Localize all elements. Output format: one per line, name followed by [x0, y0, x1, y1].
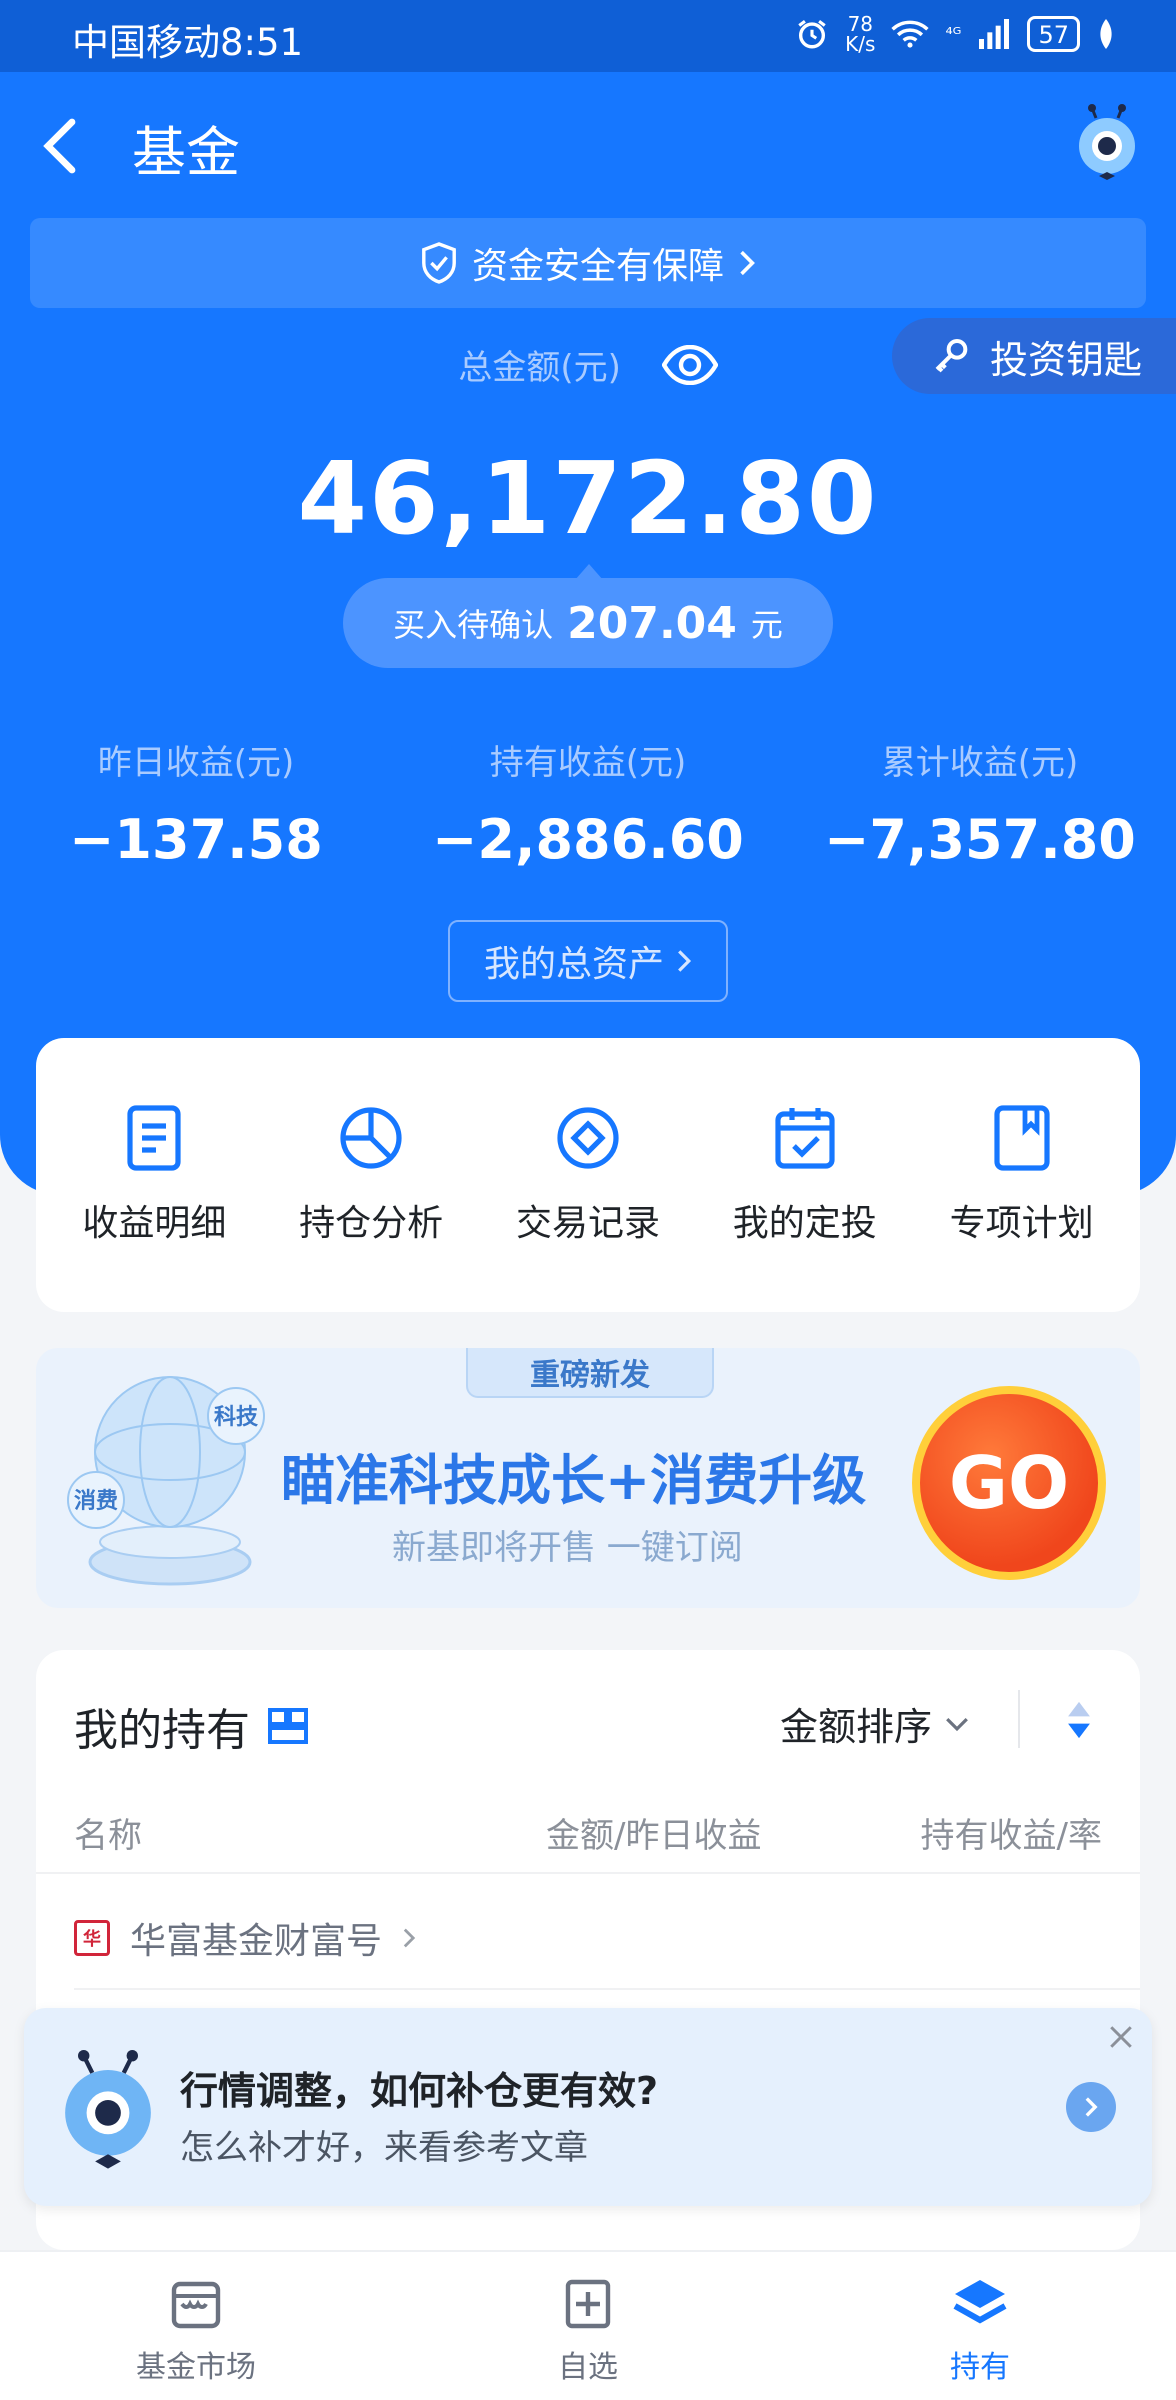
mascot-avatar[interactable] [1072, 104, 1142, 184]
tab-watchlist[interactable]: 自选 [468, 2276, 708, 2386]
eye-icon[interactable] [661, 344, 718, 385]
safety-banner-text: 资金安全有保障 [471, 246, 724, 287]
divider [1018, 1690, 1020, 1748]
pending-confirm-pill[interactable]: 买入待确认 207.04 元 [343, 578, 833, 668]
chevron-right-icon [403, 1928, 416, 1948]
diamond-icon [557, 1107, 619, 1169]
menu-special-plan[interactable]: 专项计划 [922, 1104, 1122, 1246]
pie-chart-icon [340, 1107, 402, 1169]
pending-value: 207.04 [567, 597, 737, 649]
chevron-right-icon [678, 950, 692, 972]
menu-transactions[interactable]: 交易记录 [488, 1104, 688, 1246]
bottom-tab-bar: 基金市场 自选 持有 [0, 2250, 1176, 2400]
chevron-right-icon [740, 250, 755, 276]
pending-unit: 元 [750, 606, 783, 644]
page-title: 基金 [132, 121, 240, 184]
carrier-time: 中国移动8:51 [72, 21, 304, 64]
stat-holding: 持有收益(元) −2,886.60 [432, 743, 744, 871]
column-amount: 金额/昨日收益 [546, 1816, 762, 1856]
layers-icon [953, 2280, 1007, 2324]
bubble-consume: 消费 [74, 1489, 118, 1514]
add-square-icon [565, 2279, 611, 2329]
divider [36, 1872, 1140, 1874]
leaf-icon [1100, 19, 1112, 49]
alarm-icon [798, 20, 826, 49]
status-bar: 中国移动8:51 78 K/s ⁴ᴳ 57 [0, 0, 1176, 72]
divider [74, 1988, 1140, 1990]
chevron-left-icon [43, 118, 76, 174]
tip-popup[interactable]: 行情调整，如何补仓更有效? 怎么补才好，来看参考文章 [24, 2008, 1152, 2206]
fund-logo-icon: 华 [74, 1920, 110, 1956]
tab-holdings[interactable]: 持有 [860, 2276, 1100, 2386]
column-holding-return: 持有收益/率 [920, 1816, 1102, 1856]
total-assets-button[interactable]: 我的总资产 [448, 920, 728, 1002]
document-icon [127, 1105, 181, 1171]
stat-yesterday: 昨日收益(元) −137.58 [69, 743, 323, 871]
menu-income-detail[interactable]: 收益明细 [54, 1104, 254, 1246]
battery-indicator: 57 [1027, 16, 1080, 52]
menu-auto-invest[interactable]: 我的定投 [705, 1104, 905, 1246]
promo-tag: 重磅新发 [466, 1348, 714, 1398]
pending-label: 买入待确认 [393, 606, 554, 644]
sort-dropdown[interactable]: 金额排序 [780, 1696, 970, 1751]
tab-fund-market[interactable]: 基金市场 [76, 2276, 316, 2386]
total-amount-label: 总金额(元) [0, 340, 1176, 389]
column-name: 名称 [74, 1816, 142, 1856]
signal-type: ⁴ᴳ [945, 23, 962, 45]
tip-open-button[interactable] [1066, 2082, 1116, 2132]
store-icon [171, 2281, 221, 2329]
signal-icon [979, 19, 1010, 49]
chevron-down-icon [946, 1717, 968, 1731]
promo-banner[interactable]: 重磅新发 科技 消费 瞄准科技成长+消费升级 新基即将开售 一键订阅 GO [36, 1348, 1140, 1608]
quick-menu: 收益明细 持仓分析 交易记录 我的定投 专项计划 [36, 1038, 1140, 1312]
safety-banner[interactable]: 资金安全有保障 [30, 218, 1146, 308]
close-icon[interactable] [1108, 2024, 1134, 2050]
stat-cumulative: 累计收益(元) −7,357.80 [824, 743, 1136, 871]
menu-position-analysis[interactable]: 持仓分析 [271, 1104, 471, 1246]
shield-check-icon [422, 242, 456, 284]
mascot-icon [65, 2050, 151, 2169]
status-icons: 78 K/s ⁴ᴳ 57 [795, 14, 1116, 54]
calendar-check-icon [775, 1108, 835, 1169]
sort-order-icon[interactable] [1066, 1700, 1092, 1740]
holdings-title: 我的持有 [74, 1694, 308, 1758]
net-speed: 78 K/s [845, 12, 876, 56]
grid-icon[interactable] [268, 1708, 308, 1744]
back-button[interactable] [40, 108, 100, 184]
bubble-tech: 科技 [214, 1405, 259, 1430]
tip-title: 行情调整，如何补仓更有效? [180, 2069, 659, 2113]
promo-subtitle: 新基即将开售 一键订阅 [392, 1528, 743, 1568]
mascot-icon [1079, 104, 1135, 180]
promo-title: 瞄准科技成长+消费升级 [281, 1449, 867, 1512]
fund-company-link[interactable]: 华 华富基金财富号 [74, 1912, 416, 1964]
tip-subtitle: 怎么补才好，来看参考文章 [180, 2128, 588, 2168]
chevron-right-icon [1085, 2097, 1098, 2117]
wifi-icon [891, 20, 930, 48]
total-amount: 46,172.80 [297, 440, 879, 557]
bookmark-icon [993, 1105, 1050, 1171]
globe-illustration: 科技 消费 [67, 1376, 265, 1586]
go-button[interactable]: GO [912, 1386, 1106, 1580]
